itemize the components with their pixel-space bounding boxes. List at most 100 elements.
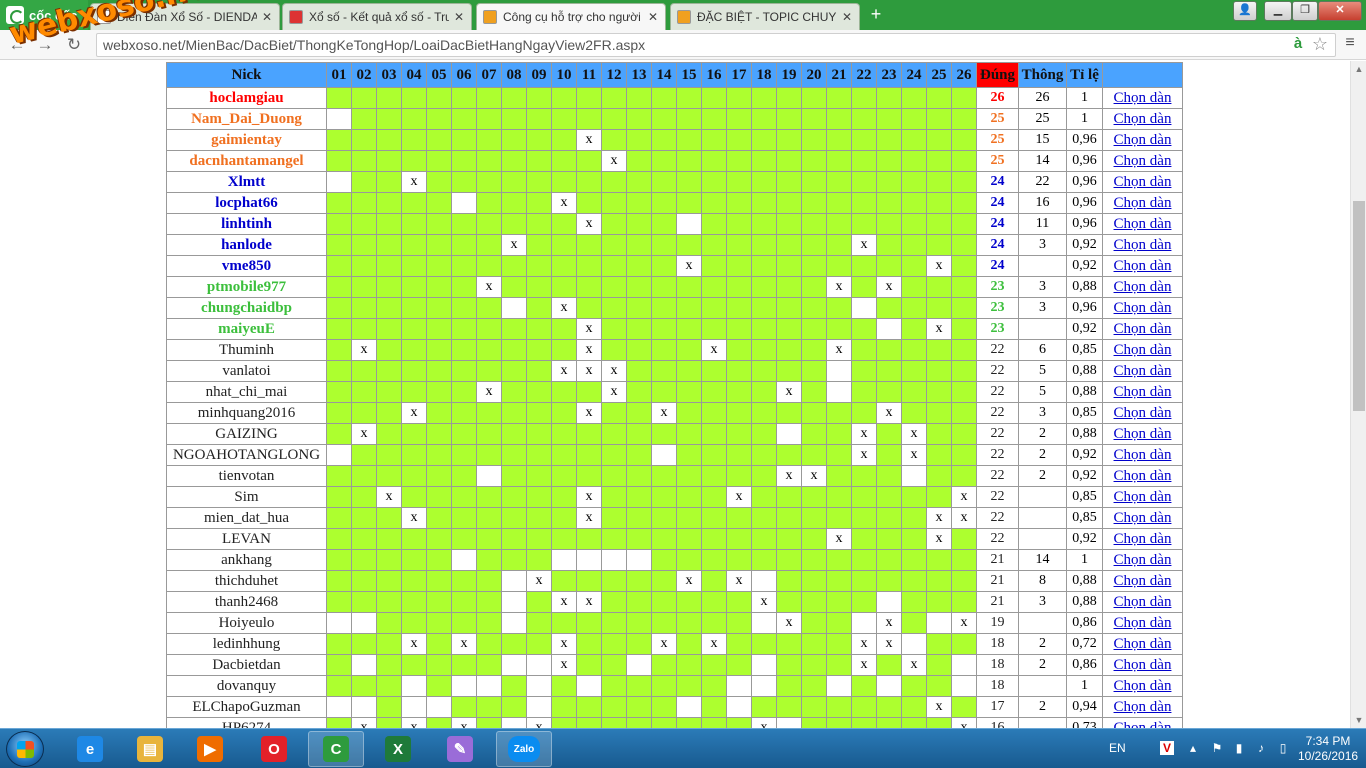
chon-dan-link[interactable]: Chọn dàn — [1114, 573, 1172, 589]
chon-dan-link[interactable]: Chọn dàn — [1114, 90, 1172, 106]
chon-dan-link[interactable]: Chọn dàn — [1114, 195, 1172, 211]
nick-cell: Dacbietdan — [166, 654, 327, 676]
language-indicator[interactable]: EN — [1109, 741, 1126, 755]
hit-cell — [726, 633, 752, 655]
taskbar-app-2[interactable]: ▤ — [122, 731, 178, 767]
show-hidden-icons-icon[interactable]: ▴ — [1186, 741, 1200, 755]
chon-dan-link[interactable]: Chọn dàn — [1114, 489, 1172, 505]
browser-tab-4[interactable]: ĐẶC BIỆT - TOPIC CHUYÊN ✕ — [670, 3, 860, 30]
chon-dan-link[interactable]: Chọn dàn — [1114, 447, 1172, 463]
hit-cell — [626, 276, 652, 298]
blank-cell — [326, 612, 352, 634]
taskbar-app-7[interactable]: ✎ — [432, 731, 488, 767]
volume-icon[interactable]: ♪ — [1254, 741, 1268, 755]
miss-cell: x — [726, 486, 752, 508]
chon-dan-link[interactable]: Chọn dàn — [1114, 657, 1172, 673]
scroll-thumb[interactable] — [1353, 201, 1365, 411]
hit-cell — [651, 570, 677, 592]
browser-tab-3[interactable]: Công cụ hỗ trợ cho người ✕ — [476, 3, 666, 30]
translate-icon[interactable]: à — [1290, 35, 1306, 55]
chon-dan-link[interactable]: Chọn dàn — [1114, 132, 1172, 148]
network-signal-icon[interactable]: ▮ — [1232, 741, 1246, 755]
start-button[interactable] — [6, 731, 44, 767]
ratio-cell: 0,92 — [1066, 255, 1103, 277]
table-row: dacnhantamangel x 25 14 0,96 Chọn dàn — [166, 150, 1183, 172]
chon-dan-link[interactable]: Chọn dàn — [1114, 153, 1172, 169]
close-tab-icon[interactable]: ✕ — [841, 10, 853, 24]
hit-cell — [376, 654, 402, 676]
chon-dan-link[interactable]: Chọn dàn — [1114, 426, 1172, 442]
taskbar-app-8[interactable]: Zalo — [496, 731, 552, 767]
hit-cell — [551, 150, 577, 172]
hit-cell — [376, 192, 402, 214]
miss-cell: x — [826, 339, 852, 361]
chon-dan-link[interactable]: Chọn dàn — [1114, 174, 1172, 190]
hit-cell — [651, 339, 677, 361]
hit-cell — [501, 213, 527, 235]
action-cell: Chọn dàn — [1102, 150, 1183, 172]
user-icon[interactable]: 👤 — [1233, 1, 1257, 21]
chon-dan-link[interactable]: Chọn dàn — [1114, 720, 1172, 729]
vertical-scrollbar[interactable]: ▲ ▼ — [1350, 61, 1366, 728]
hit-cell — [651, 129, 677, 151]
scroll-down-icon[interactable]: ▼ — [1351, 712, 1366, 728]
hit-cell — [326, 423, 352, 445]
hit-cell — [776, 150, 802, 172]
close-tab-icon[interactable]: ✕ — [647, 10, 659, 24]
clock[interactable]: 7:34 PM 10/26/2016 — [1298, 734, 1358, 764]
hit-cell — [351, 108, 377, 130]
chon-dan-link[interactable]: Chọn dàn — [1114, 699, 1172, 715]
chon-dan-link[interactable]: Chọn dàn — [1114, 552, 1172, 568]
taskbar-app-6[interactable]: X — [370, 731, 426, 767]
bookmark-star-icon[interactable]: ☆ — [1310, 34, 1330, 54]
chon-dan-link[interactable]: Chọn dàn — [1114, 237, 1172, 253]
chon-dan-link[interactable]: Chọn dàn — [1114, 216, 1172, 232]
ratio-cell: 0,92 — [1066, 528, 1103, 550]
chon-dan-link[interactable]: Chọn dàn — [1114, 300, 1172, 316]
ratio-cell: 0,86 — [1066, 654, 1103, 676]
miss-cell: x — [926, 528, 952, 550]
miss-cell: x — [576, 591, 602, 613]
chon-dan-link[interactable]: Chọn dàn — [1114, 384, 1172, 400]
chon-dan-link[interactable]: Chọn dàn — [1114, 615, 1172, 631]
address-bar[interactable]: webxoso.net/MienBac/DacBiet/ThongKeTongH… — [96, 33, 1336, 57]
chon-dan-link[interactable]: Chọn dàn — [1114, 636, 1172, 652]
browser-tab-2[interactable]: Xổ số - Kết quả xổ số - Tru ✕ — [282, 3, 472, 30]
chon-dan-link[interactable]: Chọn dàn — [1114, 678, 1172, 694]
browser-menu-icon[interactable]: ≡ — [1342, 34, 1358, 54]
chon-dan-link[interactable]: Chọn dàn — [1114, 258, 1172, 274]
taskbar-app-5[interactable]: C — [308, 731, 364, 767]
chon-dan-link[interactable]: Chọn dàn — [1114, 468, 1172, 484]
hit-cell — [926, 444, 952, 466]
chon-dan-link[interactable]: Chọn dàn — [1114, 342, 1172, 358]
hit-cell — [876, 381, 902, 403]
correct-count-cell: 25 — [976, 108, 1019, 130]
chon-dan-link[interactable]: Chọn dàn — [1114, 363, 1172, 379]
header-day: 12 — [601, 62, 627, 88]
chon-dan-link[interactable]: Chọn dàn — [1114, 531, 1172, 547]
hit-cell — [426, 402, 452, 424]
chon-dan-link[interactable]: Chọn dàn — [1114, 510, 1172, 526]
hit-cell — [426, 297, 452, 319]
chon-dan-link[interactable]: Chọn dàn — [1114, 321, 1172, 337]
taskbar-app-3[interactable]: ▶ — [182, 731, 238, 767]
close-tab-icon[interactable]: ✕ — [453, 10, 465, 24]
close-window-button[interactable]: ✕ — [1318, 1, 1362, 21]
new-tab-button[interactable]: + — [866, 5, 886, 24]
maximize-button[interactable]: ❐ — [1292, 1, 1318, 21]
notification-flag-icon[interactable]: ⚑ — [1210, 741, 1224, 755]
hit-cell — [601, 255, 627, 277]
chon-dan-link[interactable]: Chọn dàn — [1114, 594, 1172, 610]
taskbar-app-1[interactable]: e — [62, 731, 118, 767]
chon-dan-link[interactable]: Chọn dàn — [1114, 405, 1172, 421]
close-tab-icon[interactable]: ✕ — [261, 10, 273, 24]
scroll-up-icon[interactable]: ▲ — [1351, 61, 1366, 77]
taskbar-app-4[interactable]: O — [246, 731, 302, 767]
battery-icon[interactable]: ▯ — [1276, 741, 1290, 755]
hit-cell — [376, 297, 402, 319]
antivirus-icon[interactable]: V — [1160, 741, 1174, 755]
chon-dan-link[interactable]: Chọn dàn — [1114, 279, 1172, 295]
miss-cell: x — [776, 612, 802, 634]
minimize-button[interactable]: ▁ — [1264, 1, 1292, 21]
chon-dan-link[interactable]: Chọn dàn — [1114, 111, 1172, 127]
